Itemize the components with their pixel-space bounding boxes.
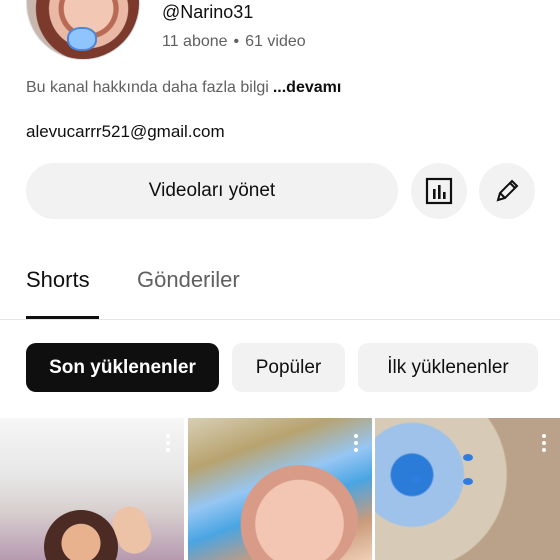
short-thumbnail-1[interactable] — [0, 418, 184, 560]
more-vert-icon[interactable] — [166, 434, 170, 452]
filter-chip-recent[interactable]: Son yüklenenler — [26, 343, 219, 392]
thumbnail-face — [228, 458, 358, 560]
edit-button[interactable] — [479, 163, 535, 219]
about-more-link[interactable]: ...devamı — [273, 79, 341, 96]
manage-videos-button[interactable]: Videoları yönet — [26, 163, 398, 219]
active-tab-indicator — [26, 316, 99, 319]
channel-about[interactable]: Bu kanal hakkında daha fazla bilgi ...dev… — [26, 79, 341, 97]
analytics-icon — [425, 177, 453, 205]
subscriber-count: 11 abone — [162, 33, 228, 50]
short-thumbnail-2[interactable] — [188, 418, 372, 560]
ceiling-light — [463, 478, 473, 485]
avatar-toy — [67, 27, 97, 51]
channel-meta: 11 abone • 61 video — [162, 33, 306, 51]
edit-pencil-icon — [496, 179, 519, 202]
channel-avatar[interactable] — [26, 0, 140, 60]
tab-shorts[interactable]: Shorts — [26, 267, 90, 293]
about-text: Bu kanal hakkında daha fazla bilgi — [26, 79, 269, 96]
channel-handle: @Narino31 — [162, 2, 254, 22]
filter-chip-oldest[interactable]: İlk yüklenenler — [358, 343, 538, 392]
ceiling-light — [411, 476, 421, 483]
channel-tabs: Shorts Gönderiler — [0, 255, 560, 320]
short-thumbnail-3[interactable] — [375, 418, 560, 560]
more-vert-icon[interactable] — [354, 434, 358, 452]
ceiling-light — [463, 454, 473, 461]
channel-email[interactable]: alevucarrr521@gmail.com — [26, 122, 225, 142]
tab-posts[interactable]: Gönderiler — [137, 267, 240, 293]
more-vert-icon[interactable] — [542, 434, 546, 452]
analytics-button[interactable] — [411, 163, 467, 219]
video-count: 61 video — [245, 33, 306, 50]
meta-separator: • — [233, 33, 240, 50]
manage-videos-label: Videoları yönet — [148, 180, 276, 201]
filter-chip-popular[interactable]: Popüler — [232, 343, 345, 392]
thumbnail-person — [44, 510, 118, 560]
